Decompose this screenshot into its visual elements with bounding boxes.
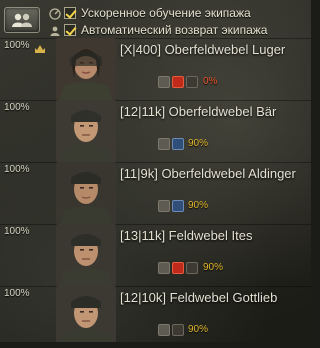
crew-member-row[interactable]: 100% [12|11k] Oberfeldwebel Bär 90% [0,100,311,162]
crew-name: [X|400] Oberfeldwebel Luger [120,42,286,57]
gear-perk-icon [158,262,170,274]
skill-training-percent: 90% [203,262,224,273]
crew-experience-percent: 100% [4,102,30,113]
speed-training-icon [49,7,61,20]
crew-toolbar: Ускоренное обучение экипажа Автоматическ… [0,0,311,42]
crew-member-row[interactable]: 100% [13|11k] Feldwebel Ites 90% [0,224,311,286]
crew-member-row[interactable]: 100% [12|10k] Feldwebel Gottlieb 90% [0,286,311,348]
red-skill-icon [172,76,184,88]
crew-name: [13|11k] Feldwebel Ites [120,228,253,243]
crew-name: [11|9k] Oberfeldwebel Aldinger [120,166,296,181]
crew-experience-percent: 100% [4,40,30,51]
auto-return-label: Автоматический возврат экипажа [81,23,268,37]
gear-perk-icon [158,76,170,88]
repair-skill-icon [172,200,184,212]
skill-training-percent: 0% [203,76,218,87]
auto-return-icon [49,24,61,36]
crew-portrait [56,162,116,224]
crew-portrait [56,38,116,100]
crew-name: [12|11k] Oberfeldwebel Bär [120,104,277,119]
crew-menu-button[interactable] [4,7,40,33]
gear-perk-icon [158,200,170,212]
crew-name: [12|10k] Feldwebel Gottlieb [120,290,278,305]
crew-experience-percent: 100% [4,226,30,237]
skill-training-percent: 90% [188,200,209,211]
repair-skill-icon [172,324,184,336]
crew-experience-percent: 100% [4,164,30,175]
skill-training-percent: 90% [188,324,209,335]
skill-training-percent: 90% [188,138,209,149]
crew-portrait [56,224,116,286]
speed-training-checkbox[interactable] [64,7,76,19]
repair-skill-icon [172,138,184,150]
crew-portrait [56,100,116,162]
crew-member-row[interactable]: 100% [X|400] Oberfeldwebel Luger 0% [0,38,311,100]
repair-skill-icon [186,76,198,88]
gear-perk-icon [158,138,170,150]
gear-perk-icon [158,324,170,336]
crew-member-row[interactable]: 100% [11|9k] Oberfeldwebel Aldinger 90% [0,162,311,224]
crew-experience-percent: 100% [4,288,30,299]
crew-portrait [56,286,116,348]
auto-return-checkbox[interactable] [64,24,76,36]
commander-icon [34,41,46,53]
red-skill-icon [172,262,184,274]
speed-training-label: Ускоренное обучение экипажа [81,6,251,20]
repair-skill-icon [186,262,198,274]
